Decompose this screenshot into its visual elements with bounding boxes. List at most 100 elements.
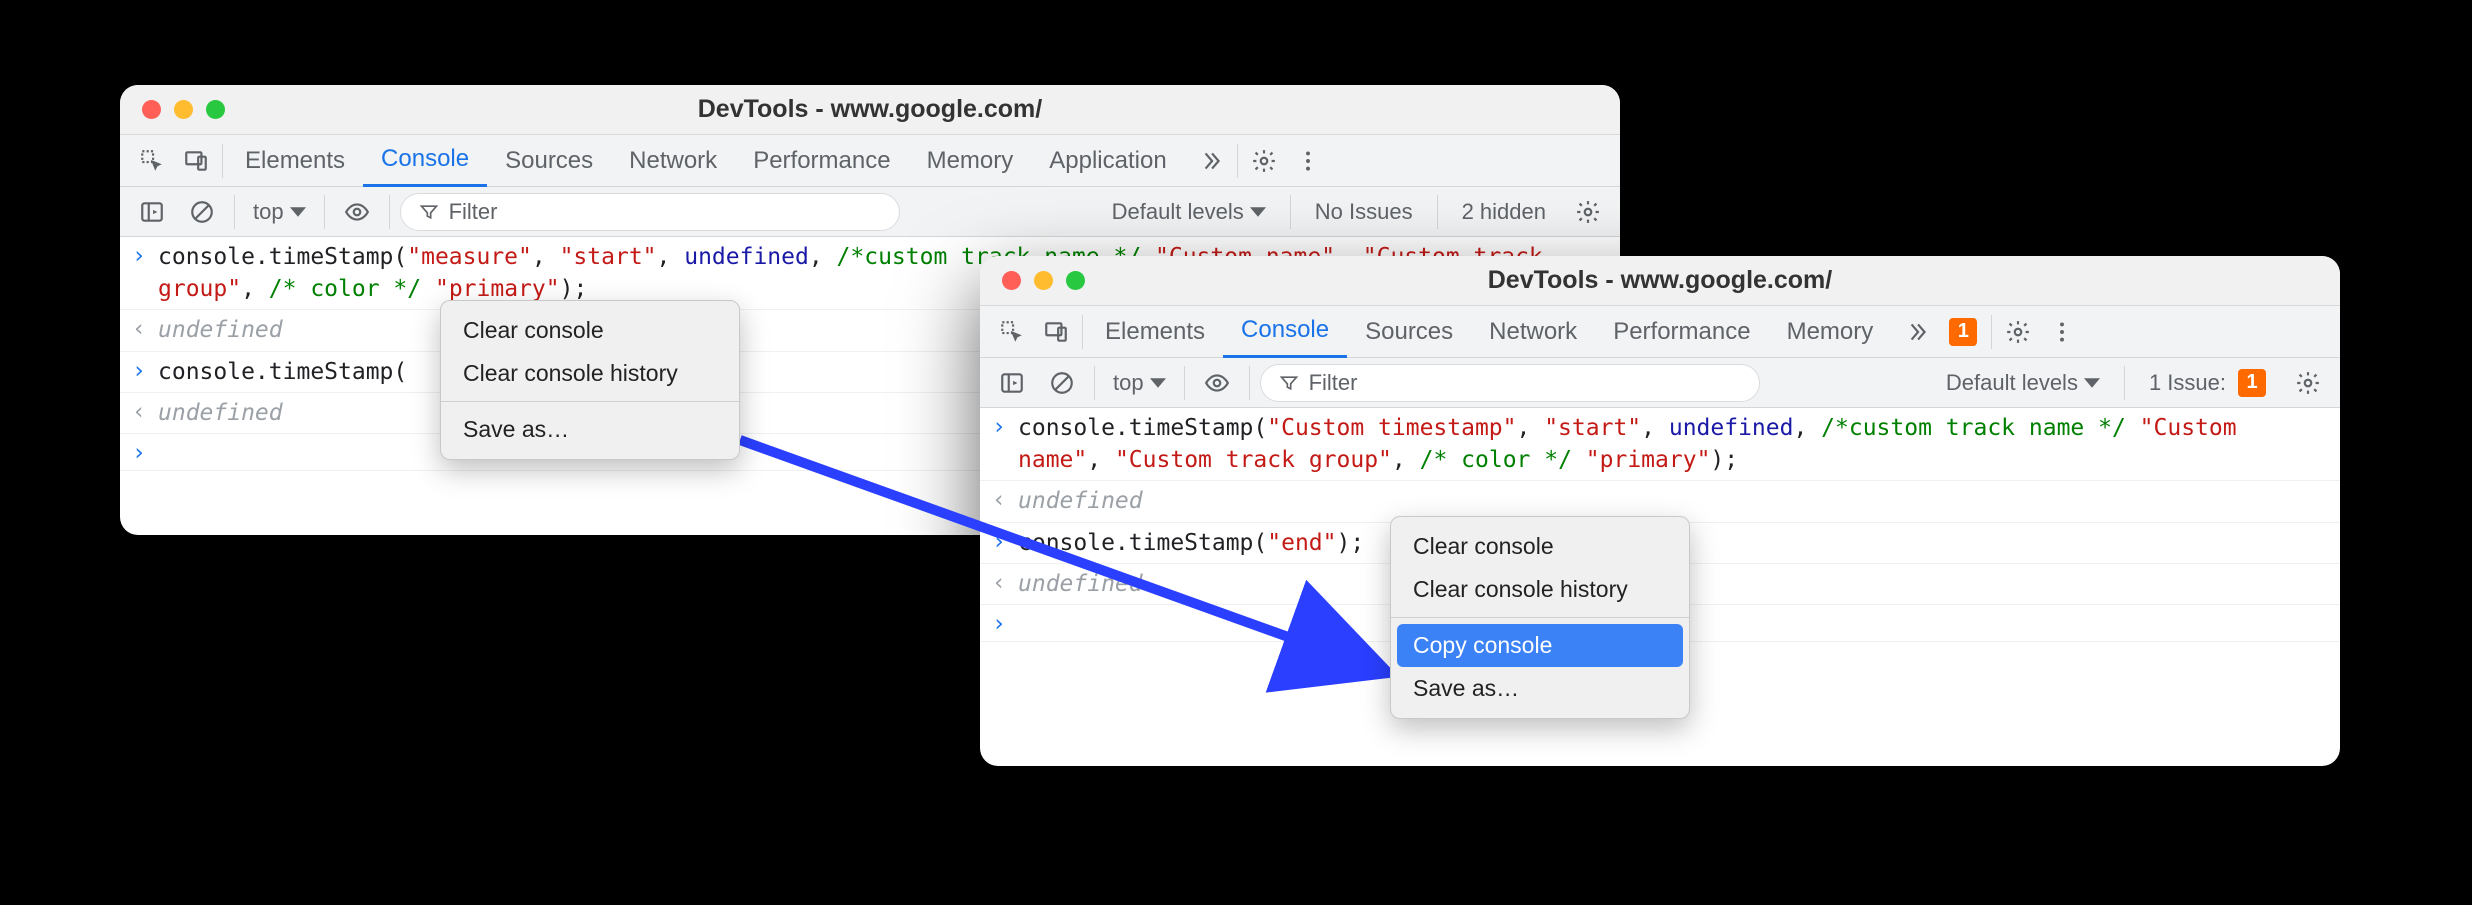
inspect-icon[interactable]: [990, 310, 1034, 354]
sidebar-toggle-icon[interactable]: [130, 190, 174, 234]
kebab-menu-icon[interactable]: [2040, 310, 2084, 354]
more-tabs-icon[interactable]: [1895, 310, 1939, 354]
traffic-lights: [120, 100, 225, 119]
code-token: "Custom track group": [1115, 447, 1392, 473]
code-token: /* color */: [1420, 447, 1572, 473]
tab-console[interactable]: Console: [363, 135, 487, 187]
code-token: "measure": [407, 244, 532, 270]
context-select[interactable]: top: [1105, 370, 1174, 396]
titlebar: DevTools - www.google.com/: [120, 85, 1620, 135]
filter-icon: [419, 202, 439, 222]
menu-item-save-as-[interactable]: Save as…: [441, 408, 739, 451]
chevron-down-icon: [1250, 204, 1266, 220]
settings-icon[interactable]: [1996, 310, 2040, 354]
menu-item-save-as-[interactable]: Save as…: [1391, 667, 1689, 710]
tab-sources[interactable]: Sources: [1347, 306, 1471, 358]
tab-elements[interactable]: Elements: [227, 135, 363, 187]
minimize-icon[interactable]: [1034, 271, 1053, 290]
tab-network[interactable]: Network: [1471, 306, 1595, 358]
code-token: [2126, 415, 2140, 441]
menu-item-clear-console-history[interactable]: Clear console history: [1391, 568, 1689, 611]
sidebar-toggle-icon[interactable]: [990, 361, 1034, 405]
menu-item-copy-console[interactable]: Copy console: [1397, 624, 1683, 667]
device-toggle-icon[interactable]: [174, 139, 218, 183]
tab-memory[interactable]: Memory: [1769, 306, 1892, 358]
separator: [389, 195, 390, 229]
issues-label: No Issues: [1315, 199, 1413, 225]
console-toolbar: top Filter Default levels No Issues 2 hi…: [120, 187, 1620, 237]
clear-console-icon[interactable]: [180, 190, 224, 234]
more-tabs-icon[interactable]: [1189, 139, 1233, 183]
undefined-result: undefined: [158, 400, 283, 426]
context-menu: Clear consoleClear console history Copy c…: [1390, 516, 1690, 719]
code-token: ,: [1793, 415, 1821, 441]
output-chevron-icon: ‹: [992, 568, 1018, 596]
code-line: undefined: [1018, 485, 2328, 517]
code-token: ,: [657, 244, 685, 270]
separator: [1290, 195, 1291, 229]
tab-network[interactable]: Network: [611, 135, 735, 187]
code-line: console.timeStamp("Custom timestamp", "s…: [1018, 412, 2328, 476]
code-token: console.timeStamp(: [1018, 530, 1267, 556]
menu-item-clear-console[interactable]: Clear console: [441, 309, 739, 352]
live-expression-icon[interactable]: [1195, 361, 1239, 405]
code-token: "end": [1267, 530, 1336, 556]
issues-link[interactable]: 1 Issue: 1: [2143, 369, 2272, 397]
minimize-icon[interactable]: [174, 100, 193, 119]
devtools-window-right: DevTools - www.google.com/ ElementsConso…: [980, 256, 2340, 766]
zoom-icon[interactable]: [1066, 271, 1085, 290]
menu-item-clear-console[interactable]: Clear console: [1391, 525, 1689, 568]
code-token: [421, 276, 435, 302]
kebab-menu-icon[interactable]: [1286, 139, 1330, 183]
tab-memory[interactable]: Memory: [909, 135, 1032, 187]
tabbar: ElementsConsoleSourcesNetworkPerformance…: [120, 135, 1620, 187]
code-token: ,: [1087, 447, 1115, 473]
settings-icon[interactable]: [1242, 139, 1286, 183]
tab-sources[interactable]: Sources: [487, 135, 611, 187]
undefined-result: undefined: [1018, 488, 1143, 514]
code-token: "primary": [435, 276, 560, 302]
issues-label: 1 Issue:: [2149, 370, 2226, 396]
log-levels-select[interactable]: Default levels: [1106, 199, 1272, 225]
undefined-result: undefined: [158, 317, 283, 343]
issues-link[interactable]: No Issues: [1309, 199, 1419, 225]
close-icon[interactable]: [1002, 271, 1021, 290]
live-expression-icon[interactable]: [335, 190, 379, 234]
zoom-icon[interactable]: [206, 100, 225, 119]
filter-input[interactable]: Filter: [1260, 364, 1760, 402]
issues-badge[interactable]: 1: [1939, 318, 1987, 346]
chevron-down-icon: [1150, 375, 1166, 391]
clear-console-icon[interactable]: [1040, 361, 1084, 405]
separator: [1991, 315, 1992, 349]
menu-item-clear-console-history[interactable]: Clear console history: [441, 352, 739, 395]
context-select[interactable]: top: [245, 199, 314, 225]
context-label: top: [1113, 370, 1144, 396]
code-token: console.timeStamp(: [1018, 415, 1267, 441]
tab-console[interactable]: Console: [1223, 306, 1347, 358]
output-chevron-icon: ‹: [132, 397, 158, 425]
tab-performance[interactable]: Performance: [1595, 306, 1768, 358]
hidden-count[interactable]: 2 hidden: [1456, 199, 1552, 225]
log-levels-select[interactable]: Default levels: [1940, 370, 2106, 396]
inspect-icon[interactable]: [130, 139, 174, 183]
tab-performance[interactable]: Performance: [735, 135, 908, 187]
code-token: );: [1710, 447, 1738, 473]
console-settings-icon[interactable]: [2286, 361, 2330, 405]
titlebar: DevTools - www.google.com/: [980, 256, 2340, 306]
device-toggle-icon[interactable]: [1034, 310, 1078, 354]
tab-elements[interactable]: Elements: [1087, 306, 1223, 358]
separator: [222, 144, 223, 178]
code-token: undefined: [684, 244, 809, 270]
tab-application[interactable]: Application: [1031, 135, 1184, 187]
filter-input[interactable]: Filter: [400, 193, 900, 231]
chevron-down-icon: [290, 204, 306, 220]
separator: [2124, 366, 2125, 400]
tabbar: ElementsConsoleSourcesNetworkPerformance…: [980, 306, 2340, 358]
separator: [1184, 366, 1185, 400]
context-menu: Clear consoleClear console history Save a…: [440, 300, 740, 460]
console-settings-icon[interactable]: [1566, 190, 1610, 234]
input-chevron-icon: ›: [992, 609, 1018, 637]
separator: [1094, 366, 1095, 400]
code-token: undefined: [1669, 415, 1794, 441]
close-icon[interactable]: [142, 100, 161, 119]
